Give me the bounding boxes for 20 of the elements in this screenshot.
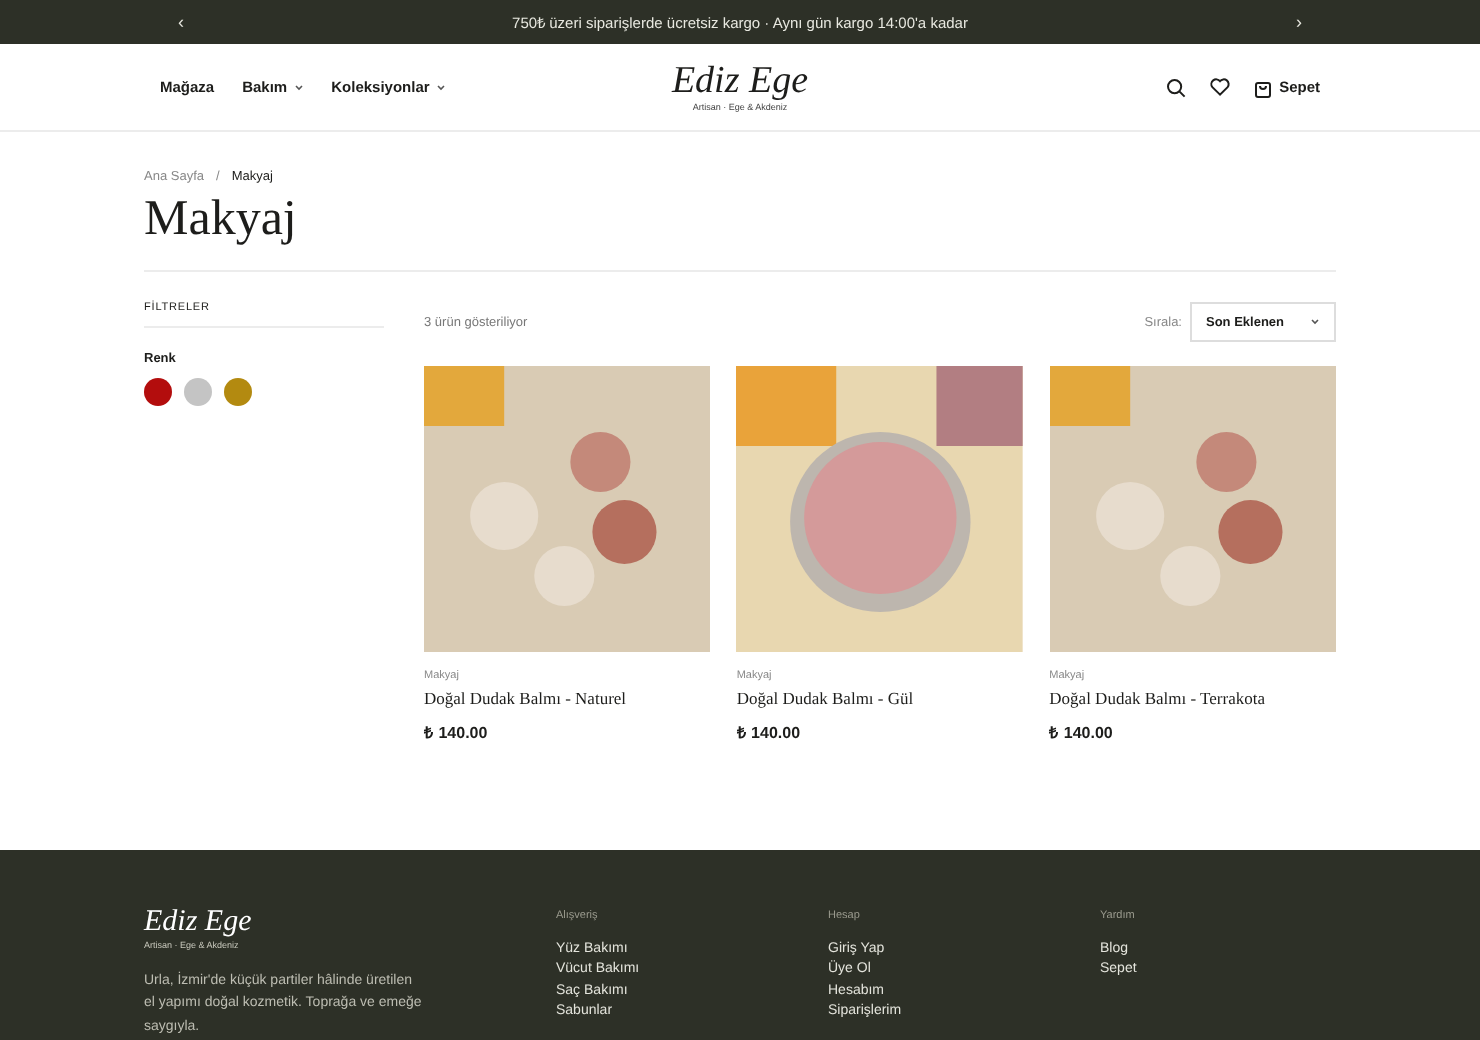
color-swatch[interactable] <box>144 378 172 406</box>
chevron-down-icon <box>1310 318 1320 326</box>
chevron-down-icon <box>435 83 446 91</box>
product-name[interactable]: Doğal Dudak Balmı - Terrakota <box>1049 688 1336 708</box>
shopping-bag-icon <box>1253 77 1272 97</box>
previous-button[interactable]: ‹ <box>170 12 193 32</box>
product-price: ₺ 140.00 <box>736 722 803 742</box>
color-swatch[interactable] <box>224 378 252 406</box>
heart-icon[interactable] <box>1209 78 1230 96</box>
product-price: ₺ 140.00 <box>1049 722 1115 742</box>
search-icon[interactable] <box>1165 77 1186 97</box>
product-name[interactable]: Doğal Dudak Balmı - Gül <box>736 688 1024 708</box>
product-name[interactable]: Doğal Dudak Balmı - Naturel <box>424 688 711 708</box>
product-price: ₺ 140.00 <box>424 722 490 742</box>
logo[interactable]: Ediz Ege <box>671 61 809 103</box>
page-title: Makyaj <box>144 192 1336 272</box>
chevron-down-icon <box>293 83 304 91</box>
footer-logo[interactable]: Ediz Ege <box>144 906 556 939</box>
next-button[interactable]: › <box>1287 12 1310 32</box>
color-swatch[interactable] <box>184 378 212 406</box>
